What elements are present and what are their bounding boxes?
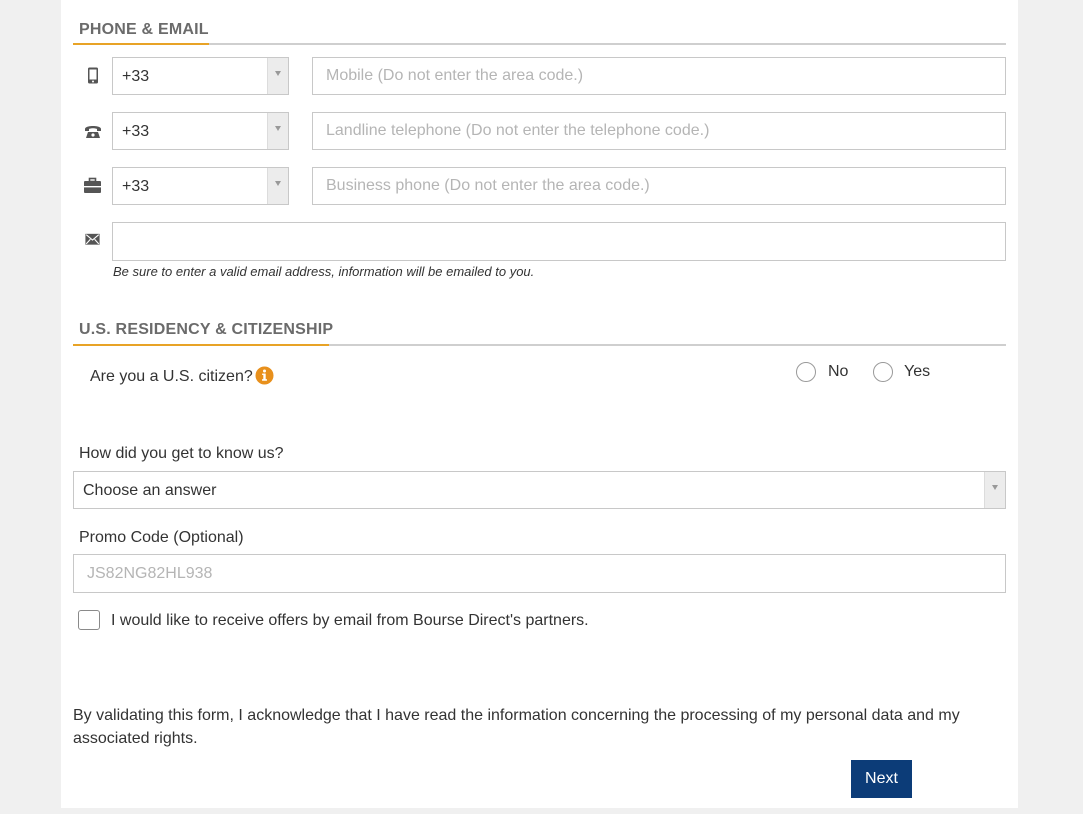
landline-country-code-value: +33 bbox=[122, 123, 150, 140]
chevron-down-icon bbox=[267, 113, 288, 149]
business-country-code-value: +33 bbox=[122, 178, 150, 195]
mobile-input[interactable] bbox=[312, 57, 1006, 95]
chevron-down-icon bbox=[984, 472, 1005, 508]
section-title-residency: U.S. RESIDENCY & CITIZENSHIP bbox=[79, 321, 334, 338]
mobile-country-code-value: +33 bbox=[122, 68, 150, 85]
citizen-no-label[interactable]: No bbox=[828, 363, 848, 381]
landline-phone-icon bbox=[83, 122, 103, 145]
business-country-code-select[interactable]: +33 bbox=[112, 167, 289, 205]
promo-code-input[interactable] bbox=[73, 554, 1006, 593]
offers-checkbox-label[interactable]: I would like to receive offers by email … bbox=[111, 612, 589, 630]
email-note: Be sure to enter a valid email address, … bbox=[113, 264, 535, 279]
consent-text: By validating this form, I acknowledge t… bbox=[73, 707, 960, 747]
envelope-icon bbox=[83, 233, 102, 253]
mobile-phone-icon bbox=[84, 67, 102, 90]
chevron-down-icon bbox=[267, 168, 288, 204]
offers-checkbox[interactable] bbox=[78, 610, 100, 630]
referral-label: How did you get to know us? bbox=[79, 445, 284, 462]
citizen-no-radio[interactable] bbox=[796, 362, 816, 382]
citizen-yes-radio[interactable] bbox=[873, 362, 893, 382]
referral-selected-value: Choose an answer bbox=[83, 482, 217, 499]
promo-code-label: Promo Code (Optional) bbox=[79, 529, 244, 546]
next-button[interactable]: Next bbox=[851, 760, 912, 798]
mobile-country-code-select[interactable]: +33 bbox=[112, 57, 289, 95]
section-divider-accent bbox=[73, 344, 329, 346]
citizen-question-label: Are you a U.S. citizen? bbox=[90, 368, 253, 385]
section-divider bbox=[73, 43, 1006, 45]
landline-input[interactable] bbox=[312, 112, 1006, 150]
info-icon[interactable] bbox=[255, 366, 274, 390]
citizen-yes-label[interactable]: Yes bbox=[904, 363, 930, 381]
section-divider-accent bbox=[73, 43, 209, 45]
section-title-phone-email: PHONE & EMAIL bbox=[79, 21, 209, 38]
referral-select[interactable]: Choose an answer bbox=[73, 471, 1006, 509]
chevron-down-icon bbox=[267, 58, 288, 94]
email-input[interactable] bbox=[112, 222, 1006, 261]
business-phone-input[interactable] bbox=[312, 167, 1006, 205]
landline-country-code-select[interactable]: +33 bbox=[112, 112, 289, 150]
briefcase-icon bbox=[83, 177, 102, 200]
